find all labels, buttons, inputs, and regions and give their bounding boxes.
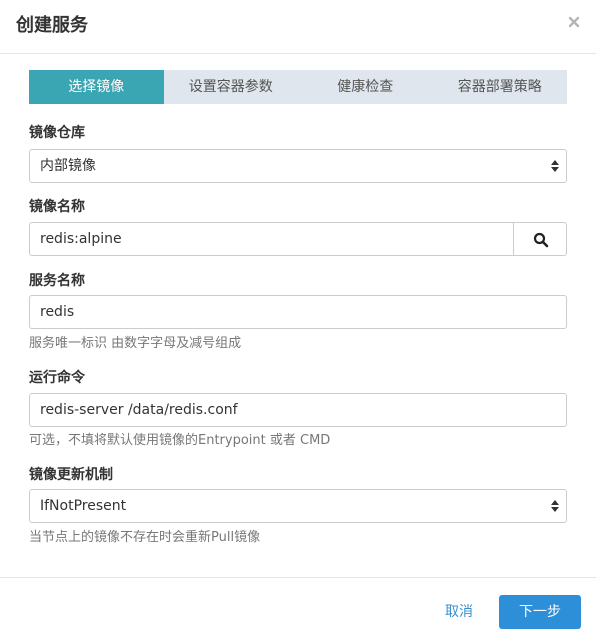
next-button[interactable]: 下一步 [499,595,581,629]
image-name-input[interactable]: redis:alpine [29,222,513,256]
service-name-label: 服务名称 [29,273,85,289]
image-name-input-group: redis:alpine [29,222,567,256]
registry-select-value: 内部镜像 [40,158,96,174]
dialog-header: 创建服务 [0,0,596,54]
dialog-footer: 取消 下一步 [0,577,596,638]
pull-policy-label: 镜像更新机制 [29,467,113,483]
pull-policy-select-value: IfNotPresent [40,498,127,514]
search-icon [533,232,549,248]
step-select-image[interactable]: 选择镜像 [29,70,164,104]
command-input[interactable]: redis-server /data/redis.conf [29,393,567,427]
step-health-check[interactable]: 健康检查 [298,70,433,104]
pull-policy-select[interactable]: IfNotPresent [29,489,567,523]
close-icon [568,16,580,28]
registry-select[interactable]: 内部镜像 [29,149,567,183]
registry-label: 镜像仓库 [29,125,85,141]
service-name-help: 服务唯一标识 由数字字母及减号组成 [29,336,242,351]
cancel-button[interactable]: 取消 [432,596,486,628]
command-help: 可选，不填将默认使用镜像的Entrypoint 或者 CMD [29,433,331,448]
step-deploy-strategy[interactable]: 容器部署策略 [432,70,567,104]
dialog-title: 创建服务 [16,15,88,36]
create-service-dialog: 创建服务 选择镜像 设置容器参数 健康检查 容器部署策略 镜像仓库 内部镜像 镜… [0,0,596,638]
service-name-input[interactable]: redis [29,295,567,329]
close-button[interactable] [566,14,582,30]
step-container-params[interactable]: 设置容器参数 [163,70,298,104]
select-arrows-icon [551,500,559,512]
image-search-button[interactable] [513,222,567,256]
pull-policy-help: 当节点上的镜像不存在时会重新Pull镜像 [29,530,261,545]
command-label: 运行命令 [29,370,85,386]
image-name-label: 镜像名称 [29,199,85,215]
wizard-steps: 选择镜像 设置容器参数 健康检查 容器部署策略 [29,70,567,104]
select-arrows-icon [551,160,559,172]
